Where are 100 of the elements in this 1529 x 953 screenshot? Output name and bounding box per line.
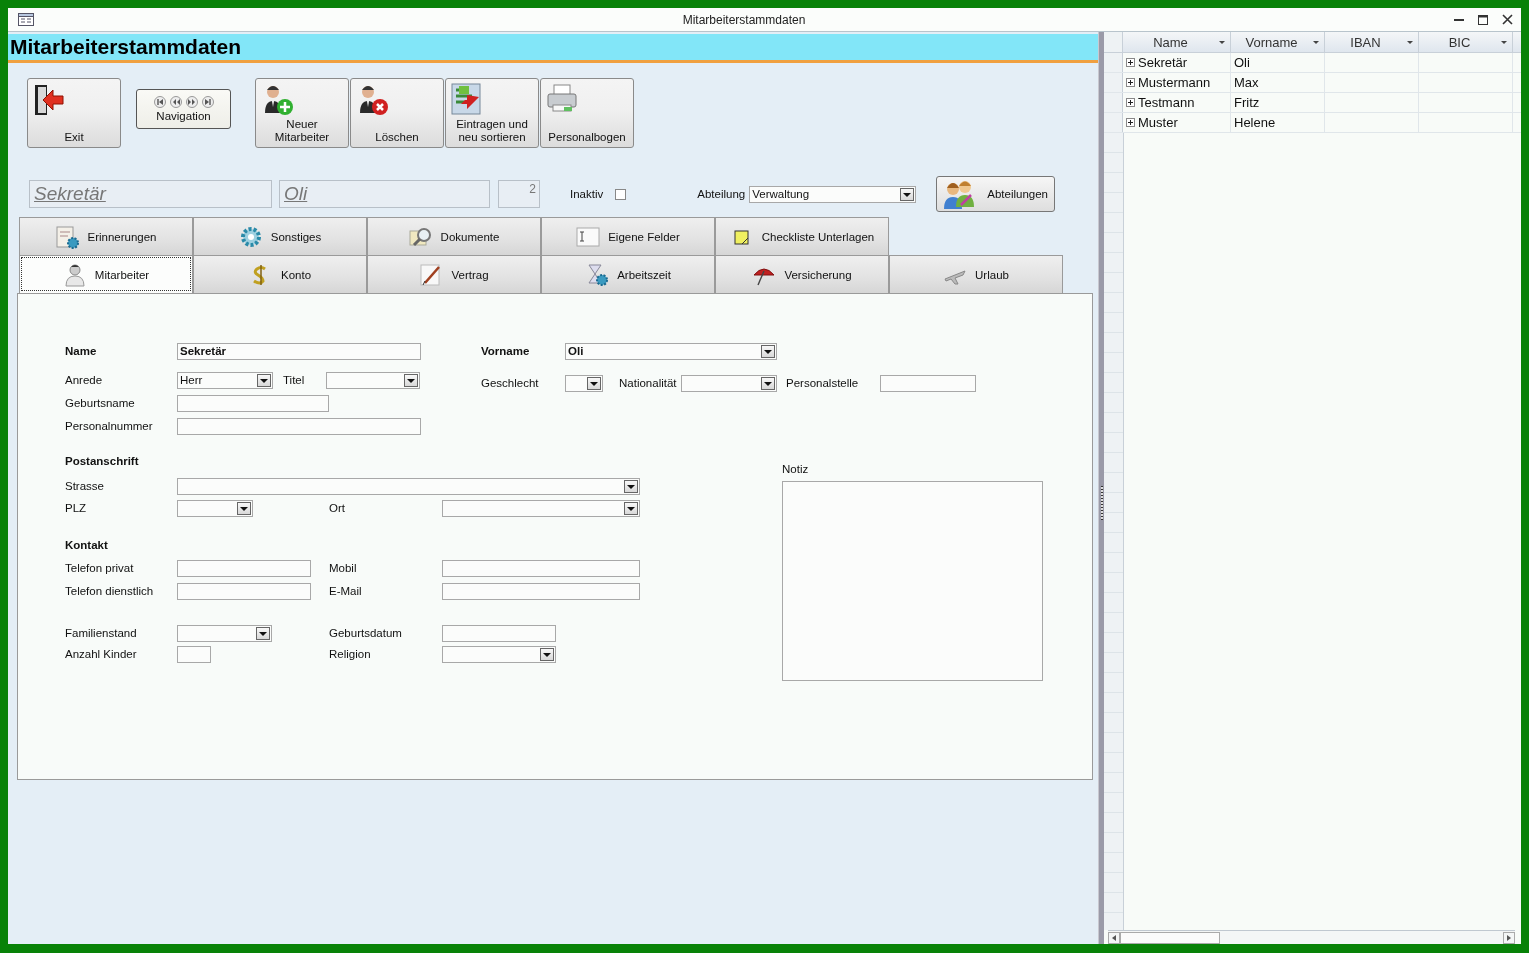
column-header[interactable]: Vorname [1231, 32, 1325, 52]
combo-box[interactable] [442, 645, 556, 663]
field-label: Anrede [65, 374, 104, 386]
combo-box[interactable]: Herr [177, 371, 273, 389]
form-title: Mitarbeiterstammdaten [10, 35, 242, 59]
field-label: Ort [329, 502, 346, 514]
splitter-handle[interactable] [1098, 32, 1104, 944]
minimize-icon [1454, 18, 1464, 21]
printer-icon [546, 83, 578, 115]
expand-icon[interactable] [1126, 118, 1135, 127]
field-label: Vorname [481, 345, 531, 357]
combo-box[interactable] [442, 499, 640, 517]
table-cell: Sekretär [1138, 55, 1188, 70]
field-label: Strasse [65, 480, 105, 492]
text-field[interactable] [177, 582, 311, 600]
table-cell: Helene [1231, 113, 1325, 132]
tab[interactable]: Konto [193, 255, 367, 293]
tab[interactable]: Urlaub [889, 255, 1063, 293]
field-label: Telefon privat [65, 562, 135, 574]
hourglass-gear-icon [585, 262, 610, 287]
field-label: Geschlecht [481, 377, 540, 389]
table-cell: Muster [1138, 115, 1178, 130]
first-icon [153, 96, 166, 108]
combo-box[interactable] [177, 499, 253, 517]
tab[interactable]: Versicherung [715, 255, 889, 293]
field-label: Anzahl Kinder [65, 648, 138, 660]
text-field[interactable] [177, 559, 311, 577]
combo-box[interactable] [326, 371, 420, 389]
toolbar-button[interactable]: Personalbogen [540, 78, 634, 148]
combo-box[interactable]: Oli [565, 342, 777, 360]
toolbar-button[interactable]: Eintragen und neu sortieren [445, 78, 539, 148]
text-field-icon [576, 224, 601, 249]
text-field[interactable]: Sekretär [177, 342, 421, 360]
toolbar-button[interactable]: Exit [27, 78, 121, 148]
section-heading: Kontakt [65, 539, 109, 553]
field-label: Titel [283, 374, 306, 386]
combo-box[interactable] [177, 477, 640, 495]
name-field[interactable]: Sekretär [29, 180, 272, 208]
text-field[interactable] [177, 645, 211, 663]
text-field[interactable] [442, 624, 556, 642]
expand-icon[interactable] [1126, 98, 1135, 107]
section-heading: Postanschrift [65, 455, 140, 469]
text-field[interactable] [177, 394, 329, 412]
text-field[interactable] [442, 559, 640, 577]
tab[interactable]: Arbeitszeit [541, 255, 715, 293]
toolbar-button[interactable]: Neuer Mitarbeiter [255, 78, 349, 148]
field-label: Abteilung [697, 188, 746, 200]
select-all-cell[interactable] [1104, 32, 1123, 52]
column-header[interactable]: IBAN [1325, 32, 1419, 52]
close-icon [1502, 14, 1513, 25]
combo-box[interactable]: Verwaltung [749, 185, 917, 203]
field-label: Telefon dienstlich [65, 585, 155, 597]
field-label: Notiz [782, 463, 810, 475]
combo-box[interactable] [565, 374, 603, 392]
horizontal-scrollbar[interactable] [1108, 930, 1515, 944]
navigation-button[interactable]: Navigation [136, 89, 231, 129]
combo-box[interactable] [681, 374, 777, 392]
door-arrow-icon [33, 83, 65, 115]
tab[interactable]: Checkliste Unterlagen [715, 217, 889, 255]
memo-field[interactable] [782, 481, 1043, 681]
table-cell: Oli [1231, 53, 1325, 72]
first-name-field[interactable]: Oli [279, 180, 490, 208]
checkbox[interactable] [615, 188, 627, 200]
field-label: Mobil [329, 562, 358, 574]
expand-icon[interactable] [1126, 78, 1135, 87]
toolbar-button[interactable]: Löschen [350, 78, 444, 148]
departments-button[interactable]: Abteilungen [936, 176, 1056, 212]
text-field[interactable] [880, 374, 976, 392]
table-cell: Mustermann [1138, 75, 1211, 90]
last-icon [201, 96, 214, 108]
table-cell: Fritz [1231, 93, 1325, 112]
tab[interactable]: Erinnerungen [19, 217, 193, 255]
tab[interactable]: Vertrag [367, 255, 541, 293]
page-gear-icon [55, 224, 80, 249]
gear-icon [238, 224, 263, 249]
number-field[interactable]: 2 [498, 180, 540, 208]
maximize-icon [1478, 14, 1488, 25]
next-icon [185, 96, 198, 108]
combo-box[interactable] [177, 624, 272, 642]
expand-icon[interactable] [1126, 58, 1135, 67]
column-header[interactable]: BIC [1419, 32, 1513, 52]
tab[interactable]: Dokumente [367, 217, 541, 255]
column-header[interactable]: Name [1123, 32, 1231, 52]
window-title: Mitarbeiterstammdaten [681, 12, 807, 27]
person-icon [62, 262, 87, 287]
tab[interactable]: Sonstiges [193, 217, 367, 255]
field-label: E-Mail [329, 585, 363, 597]
two-people-icon [943, 179, 976, 209]
field-label: Religion [329, 648, 372, 660]
tab[interactable]: Eigene Felder [541, 217, 715, 255]
field-label: Geburtsname [65, 397, 136, 409]
table-cell: Testmann [1138, 95, 1195, 110]
field-label: PLZ [65, 502, 88, 514]
form-icon [18, 13, 34, 26]
table-cell: Max [1231, 73, 1325, 92]
tab[interactable]: Mitarbeiter [19, 255, 193, 293]
field-label: Geburtsdatum [329, 627, 403, 639]
text-field[interactable] [442, 582, 640, 600]
text-field[interactable] [177, 417, 421, 435]
field-label: Personalstelle [786, 377, 860, 389]
